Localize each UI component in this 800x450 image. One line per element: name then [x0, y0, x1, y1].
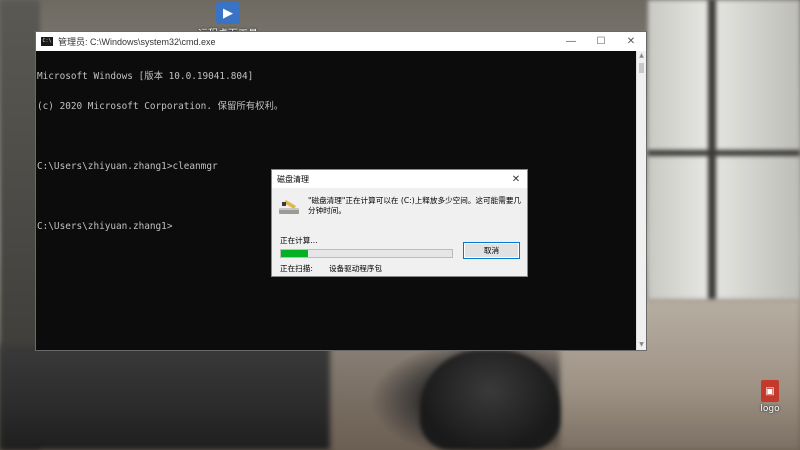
cmd-scrollbar[interactable]: ▲ ▼ — [636, 51, 646, 350]
close-icon[interactable]: ✕ — [505, 170, 527, 188]
cmd-window-title: 管理员: C:\Windows\system32\cmd.exe — [58, 37, 216, 47]
cmd-titlebar[interactable]: C:\ 管理员: C:\Windows\system32\cmd.exe — ☐… — [36, 32, 646, 51]
scroll-down-icon[interactable]: ▼ — [637, 340, 646, 350]
dialog-titlebar[interactable]: 磁盘清理 ✕ — [272, 170, 527, 188]
scanning-label: 正在扫描: — [280, 264, 313, 273]
remote-desktop-icon: ▶ — [216, 2, 240, 24]
progress-fill — [281, 250, 309, 257]
cancel-button[interactable]: 取消 — [463, 242, 520, 259]
console-line: (c) 2020 Microsoft Corporation. 保留所有权利。 — [37, 101, 284, 112]
maximize-icon[interactable]: ☐ — [586, 32, 616, 51]
document-icon: ▣ — [761, 380, 779, 402]
disk-cleanup-icon — [279, 200, 299, 214]
minimize-icon[interactable]: — — [556, 32, 586, 51]
cmd-app-icon: C:\ — [41, 37, 53, 46]
desktop-icon-logo[interactable]: ▣ logo — [752, 380, 788, 414]
background-mouse — [420, 350, 560, 450]
scan-status: 正在扫描: 设备驱动程序包 — [280, 263, 382, 274]
dialog-title: 磁盘清理 — [277, 174, 309, 184]
scroll-thumb[interactable] — [639, 63, 644, 73]
scroll-up-icon[interactable]: ▲ — [637, 51, 646, 61]
dialog-message: "磁盘清理"正在计算可以在 (C:)上释放多少空间。这可能需要几分钟时间。 — [308, 196, 522, 215]
disk-cleanup-dialog[interactable]: 磁盘清理 ✕ "磁盘清理"正在计算可以在 (C:)上释放多少空间。这可能需要几分… — [271, 169, 528, 277]
progress-bar — [280, 249, 453, 258]
calculating-label: 正在计算... — [280, 236, 318, 245]
background-window — [648, 0, 800, 300]
scanning-item: 设备驱动程序包 — [328, 264, 383, 273]
desktop-icon-label: logo — [760, 404, 780, 414]
background-laptop — [0, 345, 330, 450]
console-line: Microsoft Windows [版本 10.0.19041.804] — [37, 71, 254, 82]
close-icon[interactable]: ✕ — [616, 32, 646, 51]
